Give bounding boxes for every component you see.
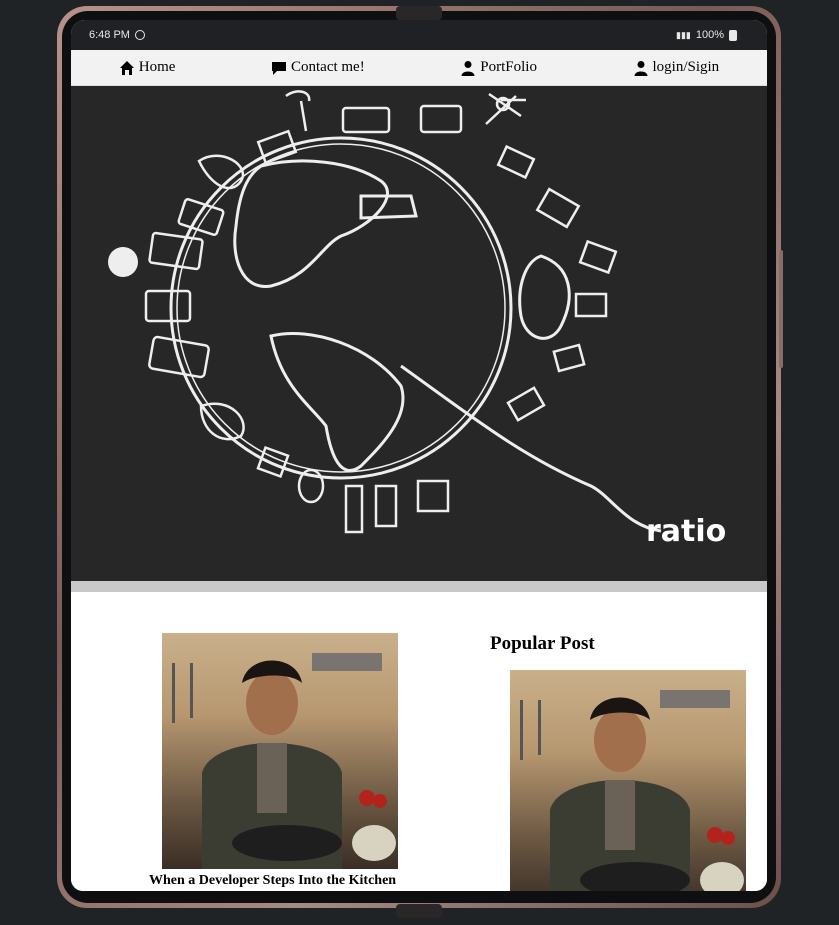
user-icon xyxy=(634,60,647,76)
phone-screen: 6:48 PM ▮▮▮ 100% Home Contact me! PortFo… xyxy=(71,20,767,891)
top-navbar: Home Contact me! PortFolio login/Sigin xyxy=(71,50,767,86)
hero-banner: ratio xyxy=(71,86,767,581)
side-button xyxy=(779,250,783,368)
hero-divider xyxy=(71,581,767,592)
main-post-caption[interactable]: When a Developer Steps Into the Kitchen xyxy=(149,873,509,889)
posts-section: When a Developer Steps Into the Kitchen … xyxy=(71,592,767,891)
nav-login[interactable]: login/Sigin xyxy=(633,59,720,76)
nav-login-label: login/Sigin xyxy=(652,59,720,75)
popular-post-heading: Popular Post xyxy=(490,633,595,654)
cook-photo xyxy=(172,653,396,869)
cook-photo xyxy=(520,690,744,891)
nav-contact[interactable]: Contact me! xyxy=(271,59,365,76)
nav-portfolio[interactable]: PortFolio xyxy=(460,59,537,76)
signal-icon: ▮▮▮ xyxy=(676,29,691,40)
battery-icon xyxy=(729,29,737,41)
nav-home-label: Home xyxy=(138,59,176,75)
battery-text: 100% xyxy=(695,29,724,41)
nav-portfolio-label: PortFolio xyxy=(480,59,537,75)
chat-icon xyxy=(271,61,286,75)
status-bar: 6:48 PM ▮▮▮ 100% xyxy=(71,20,767,50)
nav-contact-label: Contact me! xyxy=(290,59,365,75)
hinge-top xyxy=(396,6,442,20)
globe-illustration: ratio xyxy=(108,90,726,549)
popular-post-image[interactable] xyxy=(510,670,746,891)
nav-home[interactable]: Home xyxy=(119,59,176,76)
user-icon xyxy=(461,60,475,76)
hinge-bottom xyxy=(396,904,442,918)
main-post-image[interactable] xyxy=(162,633,398,869)
status-time: 6:48 PM xyxy=(89,29,130,41)
spotify-icon xyxy=(134,30,145,40)
home-icon xyxy=(119,60,134,75)
ratio-logo: ratio xyxy=(646,514,726,549)
